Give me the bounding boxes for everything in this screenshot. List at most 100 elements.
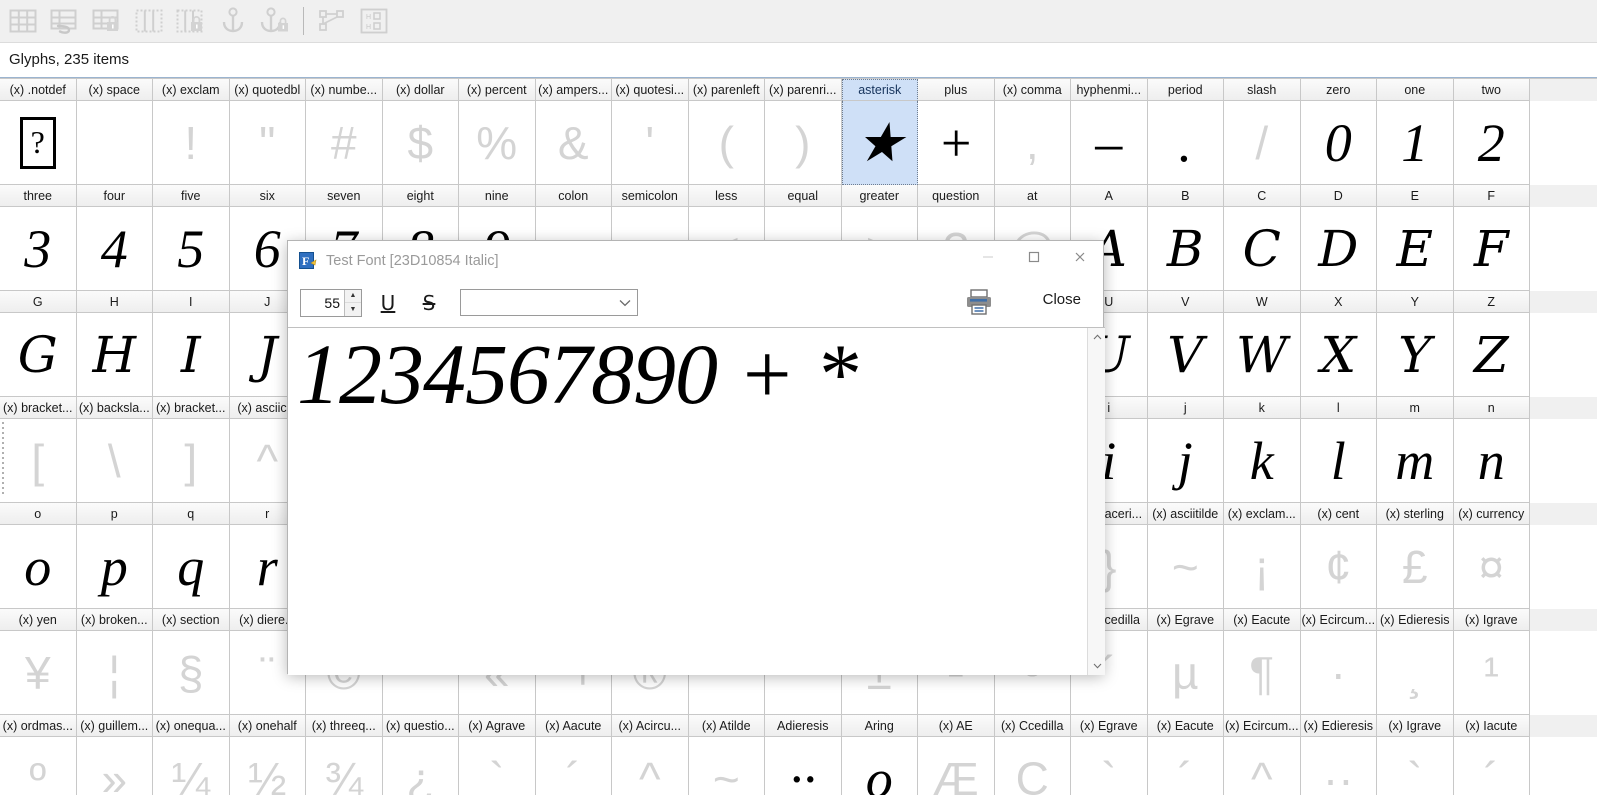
glyph-header-cell[interactable]: X [1300, 291, 1377, 313]
preview-vertical-scrollbar[interactable] [1087, 328, 1105, 675]
glyph-header-cell[interactable]: G [0, 291, 77, 313]
glyph-cell[interactable]: 2 [1453, 101, 1530, 185]
glyph-header-cell[interactable]: (x) AE [918, 715, 995, 737]
glyph-header-cell[interactable]: (x) cent [1300, 503, 1377, 525]
glyph-cell[interactable]: ^ [612, 737, 689, 795]
maximize-button[interactable] [1011, 241, 1057, 273]
glyph-cell[interactable]: ] [153, 419, 230, 503]
glyph-header-cell[interactable]: two [1453, 79, 1530, 101]
glyph-cell[interactable]: # [306, 101, 383, 185]
close-window-button[interactable] [1057, 241, 1103, 273]
glyph-cell[interactable]: D [1300, 207, 1377, 291]
glyph-header-cell[interactable]: (x) bracket... [0, 397, 77, 419]
glyph-cell[interactable]: / [1224, 101, 1301, 185]
glyph-cell[interactable]: µ [1147, 631, 1224, 715]
glyph-header-cell[interactable]: (x) quotesi... [612, 79, 689, 101]
glyph-cell[interactable]: C [1224, 207, 1301, 291]
glyph-cell[interactable]: ¡ [1224, 525, 1301, 609]
font-size-value[interactable]: 55 [301, 290, 344, 316]
glyph-cell[interactable]: 3 [0, 207, 77, 291]
glyph-header-cell[interactable]: (x) Atilde [688, 715, 765, 737]
glyph-header-cell[interactable]: greater [841, 185, 918, 207]
glyph-header-cell[interactable]: (x) bracket... [153, 397, 230, 419]
glyph-cell[interactable]: ¦ [76, 631, 153, 715]
glyph-cell[interactable]: [ [0, 419, 77, 503]
glyph-header-cell[interactable]: plus [918, 79, 995, 101]
glyph-cell[interactable]: ¿ [382, 737, 459, 795]
glyph-cell[interactable]: ¾ [306, 737, 383, 795]
font-preview-canvas[interactable]: 1234567890 + * [289, 328, 1086, 675]
glyph-header-cell[interactable]: C [1224, 185, 1301, 207]
glyph-header-cell[interactable]: o [0, 503, 77, 525]
glyph-header-cell[interactable]: (x) numbe... [306, 79, 383, 101]
glyph-header-cell[interactable]: (x) yen [0, 609, 77, 631]
glyph-header-cell[interactable]: (x) Edieresis [1377, 609, 1454, 631]
glyph-cell[interactable]: ` [459, 737, 536, 795]
glyph-header-cell[interactable]: period [1147, 79, 1224, 101]
glyph-cell[interactable]: ¢ [1300, 525, 1377, 609]
glyph-cell[interactable]: Ç [994, 737, 1071, 795]
glyph-cell[interactable]: » [76, 737, 153, 795]
glyph-cell[interactable]: Z [1453, 313, 1530, 397]
glyph-cell[interactable]: § [153, 631, 230, 715]
glyph-header-cell[interactable]: seven [306, 185, 383, 207]
glyph-cell[interactable]: ^ [1224, 737, 1301, 795]
glyph-cell[interactable]: ` [1071, 737, 1148, 795]
glyph-header-cell[interactable]: (x) exclam [153, 79, 230, 101]
vector-path-icon-button[interactable] [311, 1, 353, 41]
glyph-header-cell[interactable]: (x) space [76, 79, 153, 101]
glyph-header-cell[interactable]: (x) Aacute [535, 715, 612, 737]
glyph-cell[interactable]: ? [0, 101, 77, 185]
glyph-header-cell[interactable]: less [688, 185, 765, 207]
glyph-header-cell[interactable]: (x) threeq... [306, 715, 383, 737]
glyph-header-cell[interactable]: Adieresis [765, 715, 842, 737]
glyph-header-cell[interactable]: l [1300, 397, 1377, 419]
underline-button[interactable]: U [373, 288, 403, 318]
glyph-header-cell[interactable]: (x) Ecircum... [1224, 715, 1301, 737]
glyph-cell[interactable]: ~ [688, 737, 765, 795]
columns-lock-icon-button[interactable] [170, 1, 212, 41]
glyph-cell[interactable]: ( [688, 101, 765, 185]
glyph-cell[interactable]: + [918, 101, 995, 185]
print-button[interactable] [961, 285, 997, 319]
glyph-header-cell[interactable]: (x) Egrave [1147, 609, 1224, 631]
glyph-header-cell[interactable]: one [1377, 79, 1454, 101]
sample-text-combobox[interactable] [460, 289, 638, 316]
glyph-header-cell[interactable]: question [918, 185, 995, 207]
glyph-cell[interactable]: ¹ [1453, 631, 1530, 715]
close-button[interactable]: Close [1043, 291, 1081, 308]
glyph-header-cell[interactable]: H [76, 291, 153, 313]
stepper-up-icon[interactable]: ▲ [345, 290, 361, 303]
glyph-cell[interactable]: ½ [229, 737, 306, 795]
glyph-header-cell[interactable]: (x) Agrave [459, 715, 536, 737]
glyph-cell[interactable]: " [229, 101, 306, 185]
glyph-cell[interactable]: o [0, 525, 77, 609]
glyph-cell[interactable]: ' [612, 101, 689, 185]
glyph-header-cell[interactable]: (x) ampers... [535, 79, 612, 101]
glyph-header-cell[interactable]: Aring [841, 715, 918, 737]
scroll-up-icon[interactable] [1088, 328, 1106, 346]
glyph-cell[interactable]: ¶ [1224, 631, 1301, 715]
glyph-cell[interactable]: ´ [1147, 737, 1224, 795]
glyph-header-cell[interactable]: (x) Ccedilla [994, 715, 1071, 737]
glyph-header-cell[interactable]: at [994, 185, 1071, 207]
glyph-cell[interactable]: I [153, 313, 230, 397]
glyph-header-cell[interactable]: (x) onehalf [229, 715, 306, 737]
glyph-header-cell[interactable]: asterisk [841, 79, 918, 101]
anchor-icon-button[interactable] [212, 1, 254, 41]
glyph-cell[interactable]: . [1147, 101, 1224, 185]
glyph-header-cell[interactable]: Z [1453, 291, 1530, 313]
glyph-header-cell[interactable]: (x) .notdef [0, 79, 77, 101]
font-size-stepper[interactable]: 55 ▲ ▼ [300, 288, 362, 317]
glyph-header-cell[interactable]: six [229, 185, 306, 207]
glyph-header-cell[interactable]: W [1224, 291, 1301, 313]
glyph-header-cell[interactable]: n [1453, 397, 1530, 419]
glyph-header-cell[interactable]: D [1300, 185, 1377, 207]
anchor-lock-icon-button[interactable] [254, 1, 296, 41]
glyph-header-cell[interactable]: (x) Acircu... [612, 715, 689, 737]
stepper-arrows[interactable]: ▲ ▼ [344, 289, 361, 316]
glyph-cell[interactable]: º [0, 737, 77, 795]
glyph-cell[interactable]: 1 [1377, 101, 1454, 185]
glyph-header-cell[interactable]: three [0, 185, 77, 207]
glyph-cell[interactable]: Y [1377, 313, 1454, 397]
